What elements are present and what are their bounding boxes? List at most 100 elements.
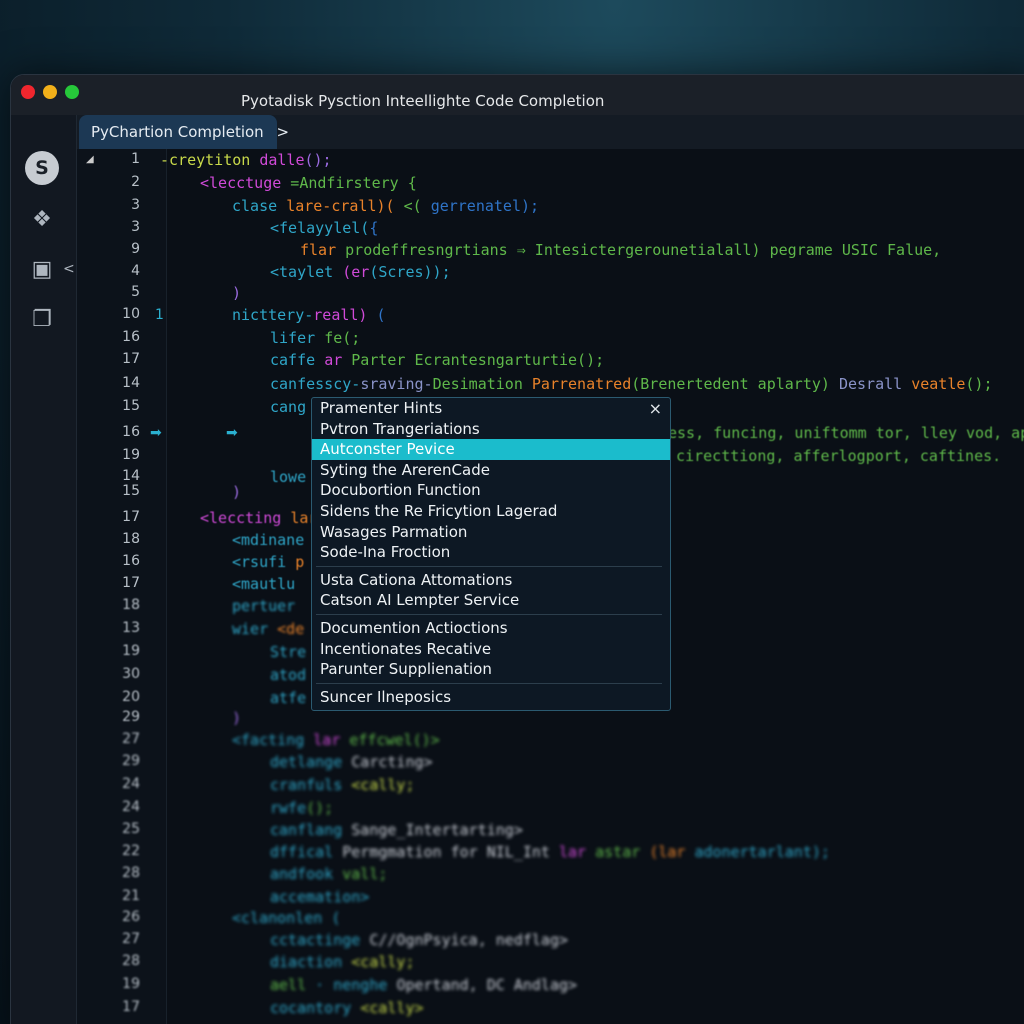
- code-token: detlange: [270, 753, 351, 771]
- completion-item[interactable]: Wasages Parmation: [312, 522, 670, 543]
- code-token: Permgmation for NIL_Int: [342, 843, 559, 861]
- code-token: diaction: [270, 953, 351, 971]
- code-line: 25canflang Sange_Intertarting>: [0, 821, 1024, 843]
- completion-item[interactable]: Pvtron Trangeriations: [312, 419, 670, 440]
- code-line: 19aell · nenghe Opertand, DC Andlag>: [0, 976, 1024, 998]
- code-token: cranfuls: [270, 776, 351, 794]
- code-line: 3 clase lare-crall)( <( gerrenatel);: [0, 197, 1024, 219]
- code-text: <lecctuge =Andfirstery {: [200, 174, 417, 192]
- line-number: 14: [100, 375, 140, 391]
- code-text: nicttery-reall) (: [232, 306, 386, 324]
- code-text: dffical Permgmation for NIL_Int lar asta…: [270, 843, 830, 861]
- code-token: Carcting>: [351, 753, 432, 771]
- code-text: caffe ar Parter Ecrantesngarturtie();: [270, 351, 604, 369]
- code-line: 2 <lecctuge =Andfirstery {: [0, 174, 1024, 196]
- line-number: 3: [100, 197, 140, 213]
- completion-item[interactable]: Sidens the Re Fricytion Lagerad: [312, 501, 670, 522]
- code-token: andfook: [270, 865, 342, 883]
- code-token: clase: [232, 197, 286, 215]
- completion-item[interactable]: Sode-Ina Froction: [312, 542, 670, 563]
- completion-item[interactable]: Usta Cationa Attomations: [312, 570, 670, 591]
- line-number: 2: [100, 174, 140, 190]
- code-token: dffical: [270, 843, 342, 861]
- code-text: -creytiton dalle();: [160, 151, 332, 169]
- code-text: flar prodeffresngrtians ⇒ Intesictergero…: [300, 241, 941, 259]
- line-number: 17: [100, 575, 140, 591]
- code-text: ): [232, 284, 241, 302]
- code-token: fe(;: [324, 329, 360, 347]
- close-icon[interactable]: ×: [649, 399, 662, 418]
- code-token: <facting: [232, 731, 313, 749]
- code-token: cctactinge: [270, 931, 369, 949]
- code-line: 17 caffe ar Parter Ecrantesngarturtie();: [0, 351, 1024, 373]
- code-line: 17cocantory <cally>: [0, 999, 1024, 1021]
- code-token: prodeffresngrtians ⇒ Intesictergerouneti…: [345, 241, 941, 259]
- code-token: <taylet: [270, 263, 342, 281]
- line-number: 20: [100, 689, 140, 705]
- code-text: accemation>: [270, 888, 369, 906]
- line-number: 17: [100, 999, 140, 1015]
- completion-item[interactable]: Pramenter Hints: [312, 398, 670, 419]
- completion-item[interactable]: Syting the ArerenCade: [312, 460, 670, 481]
- code-text: <mautlu: [232, 575, 295, 593]
- code-token: sraving-: [360, 375, 432, 393]
- code-text: <felayylel({: [270, 219, 378, 237]
- code-token: atod: [270, 666, 306, 684]
- completion-item[interactable]: Incentionates Recative: [312, 639, 670, 660]
- divider: [316, 566, 662, 567]
- completion-item[interactable]: Catson AI Lempter Service: [312, 590, 670, 611]
- completion-item[interactable]: Parunter Supplienation: [312, 659, 670, 680]
- code-text: <taylet (er(Scres));: [270, 263, 451, 281]
- code-token: accemation>: [270, 888, 369, 906]
- line-number: 4: [100, 263, 140, 279]
- code-line: 27<facting lar effcwel()>: [0, 731, 1024, 753]
- code-token: ): [232, 483, 241, 501]
- code-text: atod: [270, 666, 306, 684]
- code-line: 27cctactinge C//OgnPsyica, nedflag>: [0, 931, 1024, 953]
- code-text: cranfuls <cally;: [270, 776, 415, 794]
- code-token: (Brenertedent aplarty): [631, 375, 839, 393]
- code-token: ();: [305, 151, 332, 169]
- code-token: <de: [277, 620, 304, 638]
- code-token: -creytiton: [160, 151, 259, 169]
- code-token: pertuer: [232, 597, 295, 615]
- completion-item[interactable]: Docubortion Function: [312, 480, 670, 501]
- code-token: aell: [270, 976, 315, 994]
- line-number: 17: [100, 351, 140, 367]
- code-text: detlange Carcting>: [270, 753, 433, 771]
- line-number: 19: [100, 447, 140, 463]
- code-text: canfesscy-sraving-Desimation Parrenatred…: [270, 375, 993, 393]
- code-text: clase lare-crall)( <( gerrenatel);: [232, 197, 539, 215]
- line-number: 1: [100, 151, 140, 167]
- code-line: 14 canfesscy-sraving-Desimation Parrenatr…: [0, 375, 1024, 397]
- code-token: <leccting: [200, 509, 290, 527]
- code-token: Parrenatred: [532, 375, 631, 393]
- code-token: ar: [324, 351, 351, 369]
- completion-item[interactable]: Suncer Ilneposics: [312, 687, 670, 708]
- code-token: nicttery-: [232, 306, 313, 324]
- completion-item[interactable]: Documention Actioctions: [312, 618, 670, 639]
- line-number: 22: [100, 843, 140, 859]
- line-number: 10: [100, 306, 140, 322]
- code-line: 4 <taylet (er(Scres));: [0, 263, 1024, 285]
- completion-item[interactable]: Autconster Pevice: [312, 439, 670, 460]
- code-token: <mautlu: [232, 575, 295, 593]
- line-number: 24: [100, 776, 140, 792]
- code-token: Desrall: [839, 375, 911, 393]
- code-token: atfe: [270, 689, 306, 707]
- line-number: 21: [100, 888, 140, 904]
- code-token: (lar: [649, 843, 694, 861]
- code-token: lifer: [270, 329, 324, 347]
- code-text: cang: [270, 398, 306, 416]
- code-text: Stre: [270, 643, 306, 661]
- line-number: 25: [100, 821, 140, 837]
- code-text: <rsufi p: [232, 553, 304, 571]
- code-token: lare-crall)(: [286, 197, 403, 215]
- code-text: wier <de: [232, 620, 304, 638]
- code-token: astar: [595, 843, 649, 861]
- divider: [316, 614, 662, 615]
- code-token: <lecctuge: [200, 174, 281, 192]
- code-line: 10 nicttery-reall) (: [0, 306, 1024, 328]
- code-token: lar: [559, 843, 595, 861]
- code-line: 28andfook vall;: [0, 865, 1024, 887]
